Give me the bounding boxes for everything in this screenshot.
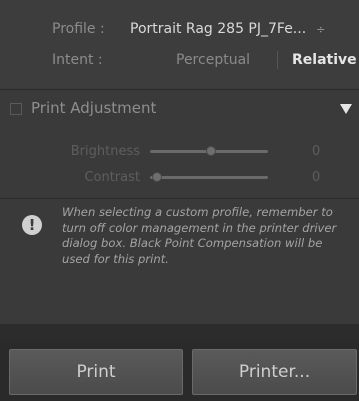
intent-label: Intent : [52,52,103,68]
color-management-section [0,0,359,88]
intent-separator [277,51,278,69]
exclamation-icon: ! [22,215,42,235]
profile-value[interactable]: Portrait Rag 285 PJ_7Fe... [130,21,306,37]
profile-row[interactable]: Profile : Portrait Rag 285 PJ_7Fe... ÷ [52,21,325,37]
contrast-value: 0 [312,170,321,185]
print-adjustment-header: Print Adjustment [0,92,359,126]
disclosure-triangle-icon[interactable] [340,104,352,114]
contrast-thumb[interactable] [152,172,162,182]
updown-arrows-icon[interactable]: ÷ [316,23,325,36]
profile-label: Profile : [52,21,105,37]
printer-button[interactable]: Printer... [192,349,357,395]
print-button[interactable]: Print [9,349,183,395]
print-adjustment-title: Print Adjustment [31,99,157,117]
brightness-thumb[interactable] [206,146,216,156]
intent-row: Intent : Perceptual Relative [52,51,357,69]
print-adjustment-checkbox[interactable] [10,103,22,115]
bottom-band [0,324,359,341]
brightness-value: 0 [312,144,321,159]
brightness-row: Brightness [40,144,140,160]
brightness-label: Brightness [70,144,140,159]
section-divider [0,198,359,199]
notice-text: When selecting a custom profile, remembe… [62,205,337,266]
contrast-track[interactable] [150,176,268,179]
section-divider [0,89,359,90]
intent-perceptual-option[interactable]: Perceptual [176,52,250,68]
contrast-row: Contrast [40,170,140,186]
contrast-label: Contrast [84,170,140,185]
notice-box: ! When selecting a custom profile, remem… [0,205,359,298]
intent-relative-option[interactable]: Relative [292,52,357,68]
